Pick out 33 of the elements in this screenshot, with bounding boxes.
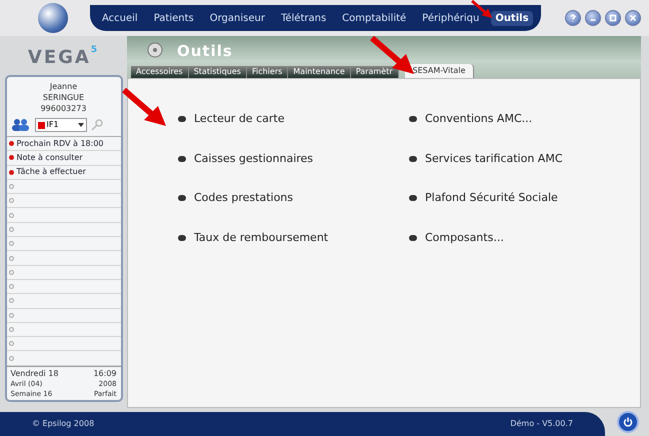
- option-link[interactable]: Codes prestations: [194, 190, 294, 206]
- tab[interactable]: Maintenance: [288, 66, 351, 78]
- menu-item[interactable]: Organiseur: [206, 10, 269, 26]
- user-select[interactable]: IF1: [34, 118, 86, 132]
- reminder-link[interactable]: Prochain RDV à 18:00: [16, 138, 104, 150]
- patient-last-name: SERINGUE: [42, 92, 84, 103]
- time: 16:09: [92, 368, 116, 379]
- tab[interactable]: Fichiers: [246, 66, 288, 78]
- menu-item[interactable]: Périphériqu: [418, 10, 484, 26]
- patient-first-name: Jeanne: [50, 81, 78, 92]
- patient-number: 996003273: [40, 103, 86, 114]
- copyright-text: © Epsilog 2008: [32, 418, 94, 430]
- option-link[interactable]: Taux de remboursement: [194, 230, 328, 246]
- tab[interactable]: Statistiques: [188, 66, 247, 78]
- option-link[interactable]: Services tarification AMC: [425, 150, 562, 167]
- tab[interactable]: SESAM-Vitale: [404, 64, 474, 78]
- section-title: Outils: [177, 40, 233, 62]
- date-day: Vendredi 18: [10, 368, 64, 379]
- tab[interactable]: Paramètr: [350, 66, 399, 78]
- menu-item[interactable]: Outils: [491, 10, 533, 26]
- menu-item[interactable]: Accueil: [98, 10, 142, 26]
- option-link[interactable]: Lecteur de carte: [194, 111, 284, 128]
- menu-item[interactable]: Télétrans: [276, 10, 330, 26]
- menu-item[interactable]: Comptabilité: [338, 10, 410, 26]
- tab[interactable]: Accessoires: [131, 66, 189, 78]
- reminder-link[interactable]: Tâche à effectuer: [16, 166, 86, 178]
- menu-item[interactable]: Patients: [150, 10, 198, 26]
- version-text: Démo - V5.00.7: [510, 418, 573, 430]
- option-link[interactable]: Conventions AMC...: [425, 111, 532, 128]
- option-link[interactable]: Caisses gestionnaires: [194, 150, 314, 167]
- option-link[interactable]: Composants...: [425, 230, 504, 246]
- reminder-link[interactable]: Note à consulter: [16, 152, 83, 164]
- option-link[interactable]: Plafond Sécurité Sociale: [425, 190, 558, 206]
